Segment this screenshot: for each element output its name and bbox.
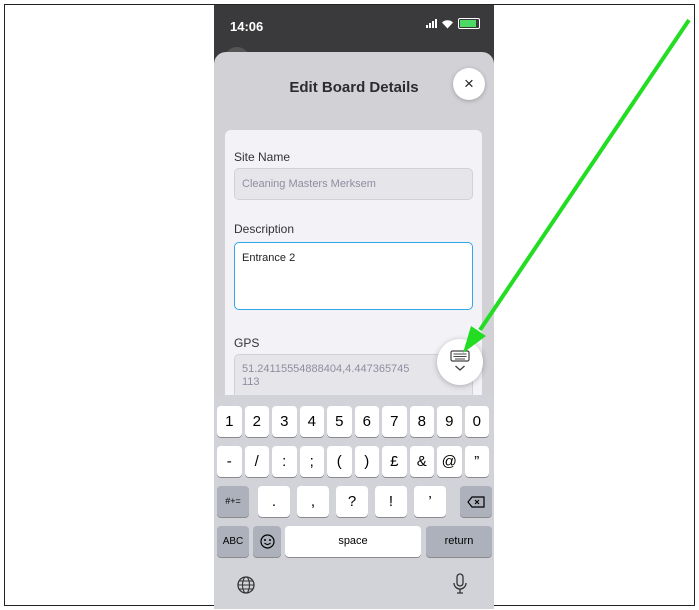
description-label: Description: [234, 222, 295, 236]
edit-board-sheet: Edit Board Details × Site Name Cleaning …: [214, 52, 494, 452]
description-field[interactable]: Entrance 2: [234, 242, 473, 310]
key-symbol-5[interactable]: ): [354, 446, 379, 477]
key-punctuation-4[interactable]: ’: [414, 486, 446, 517]
key-symbol-3[interactable]: ;: [299, 446, 324, 477]
keyboard-hide-icon: [450, 350, 470, 371]
key-number-3[interactable]: 4: [299, 406, 324, 437]
key-symbol-9[interactable]: ”: [464, 446, 489, 477]
gps-value-line2: 113: [242, 376, 260, 388]
key-number-4[interactable]: 5: [327, 406, 352, 437]
key-number-8[interactable]: 9: [437, 406, 462, 437]
signal-icon: [426, 19, 437, 28]
sheet-title: Edit Board Details: [289, 79, 419, 96]
key-number-1[interactable]: 2: [244, 406, 269, 437]
close-button[interactable]: ×: [453, 68, 485, 100]
key-number-2[interactable]: 3: [272, 406, 297, 437]
phone-screen: 14:06 Edit Board Details × Site Name Cle…: [214, 5, 494, 609]
key-symbol-4[interactable]: (: [327, 446, 352, 477]
key-symbol-6[interactable]: £: [382, 446, 407, 477]
site-name-field[interactable]: Cleaning Masters Merksem: [234, 168, 473, 200]
emoji-icon: [259, 534, 275, 549]
key-return[interactable]: return: [426, 526, 492, 557]
key-number-6[interactable]: 7: [382, 406, 407, 437]
status-bar: 14:06: [214, 5, 494, 45]
status-icons: [426, 18, 480, 29]
key-punctuation-0[interactable]: .: [258, 486, 290, 517]
gps-value-line1: 51.24115554888404,4.447365745: [242, 363, 410, 375]
key-emoji[interactable]: [253, 526, 281, 557]
backspace-icon: [467, 496, 485, 508]
key-number-9[interactable]: 0: [464, 406, 489, 437]
key-abc[interactable]: ABC: [217, 526, 249, 557]
key-punctuation-1[interactable]: ,: [297, 486, 329, 517]
site-name-label: Site Name: [234, 150, 291, 164]
key-symbol-2[interactable]: :: [272, 446, 297, 477]
key-number-5[interactable]: 6: [354, 406, 379, 437]
key-more-symbols[interactable]: #+=: [217, 486, 249, 517]
microphone-icon[interactable]: [452, 573, 468, 595]
wifi-icon: [442, 19, 453, 28]
key-space[interactable]: space: [285, 526, 421, 557]
keyboard-dismiss-button[interactable]: [437, 339, 483, 385]
key-symbol-0[interactable]: -: [217, 446, 242, 477]
key-number-0[interactable]: 1: [217, 406, 242, 437]
key-number-7[interactable]: 8: [409, 406, 434, 437]
key-symbol-7[interactable]: &: [409, 446, 434, 477]
gps-label: GPS: [234, 336, 260, 350]
keyboard: 1234567890 - /:;() £ & @” #+= .,?!’ ABC spac…: [214, 395, 494, 609]
key-punctuation-2[interactable]: ?: [336, 486, 368, 517]
key-backspace[interactable]: [460, 486, 492, 517]
globe-icon[interactable]: [236, 575, 256, 595]
key-punctuation-3[interactable]: !: [375, 486, 407, 517]
status-time: 14:06: [230, 19, 264, 34]
battery-icon: [458, 18, 480, 29]
key-symbol-8[interactable]: @: [437, 446, 462, 477]
key-symbol-1[interactable]: /: [244, 446, 269, 477]
